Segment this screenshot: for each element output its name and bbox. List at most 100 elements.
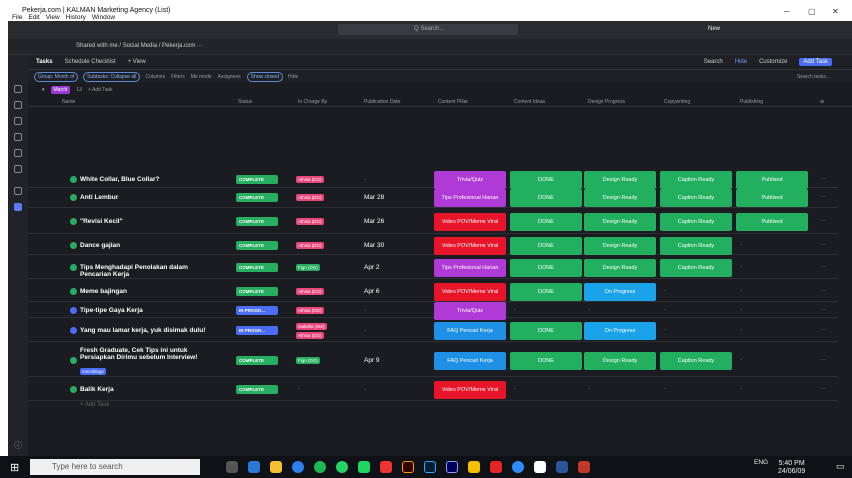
assignee-badge[interactable]: Isabella (SM) [296, 323, 327, 330]
status-dot-icon[interactable] [70, 264, 77, 271]
content-idea-badge[interactable]: DONE [510, 322, 582, 340]
publication-date[interactable]: - [364, 307, 366, 314]
assignee-badge[interactable]: Athisa (DG) [296, 194, 324, 201]
design-progress-empty[interactable]: - [588, 386, 590, 392]
content-pillar-badge[interactable]: Video POV/Meme Viral [434, 236, 506, 255]
filters-button[interactable]: Filters [171, 74, 185, 80]
more-icon[interactable]: ··· [820, 242, 826, 248]
assignee-empty[interactable]: - [298, 386, 300, 392]
hide-filter-button[interactable]: Hide [288, 74, 298, 80]
global-search[interactable]: Q Search... [338, 24, 518, 35]
minimize-icon[interactable]: ─ [784, 7, 790, 16]
content-pillar-badge[interactable]: Video POV/Meme Viral [434, 282, 506, 301]
task-name[interactable]: Balik Kerja [80, 386, 220, 393]
col-in-charge[interactable]: In Charge By [298, 99, 327, 105]
status-dot-icon[interactable] [70, 307, 77, 314]
copywriting-empty[interactable]: - [664, 386, 666, 392]
publishing-badge[interactable]: Publised [736, 170, 808, 189]
table-row[interactable]: Dance gajian COMPLETE Athisa (DG) Mar 30 Vid… [28, 236, 838, 255]
menu-edit[interactable]: Edit [28, 14, 39, 21]
tab-add-view[interactable]: + View [128, 59, 146, 65]
customize-button[interactable]: Customize [759, 59, 787, 65]
chrome-icon[interactable] [292, 461, 304, 473]
content-idea-badge[interactable]: DONE [510, 213, 582, 231]
design-progress-badge[interactable]: Design Ready [584, 236, 656, 255]
assignee-badge[interactable]: Figo (DG) [296, 356, 320, 364]
menu-view[interactable]: View [46, 14, 60, 21]
taskbar-search[interactable]: Type here to search [30, 459, 200, 475]
more-icon[interactable]: ··· [820, 264, 826, 270]
design-progress-badge[interactable]: On Progress [584, 322, 656, 340]
content-pillar-badge[interactable]: Video POV/Meme Viral [434, 213, 506, 231]
publication-date[interactable]: Apr 9 [364, 357, 380, 364]
task-name[interactable]: Dance gajian [80, 242, 220, 249]
copywriting-badge[interactable]: Caption Ready [660, 213, 732, 231]
spaces-icon[interactable] [14, 203, 22, 211]
task-view-icon[interactable] [226, 461, 238, 473]
copywriting-badge[interactable]: Caption Ready [660, 170, 732, 189]
content-idea-badge[interactable]: DONE [510, 189, 582, 207]
favorites-icon[interactable] [14, 187, 22, 195]
tab-tasks[interactable]: Tasks [36, 59, 53, 65]
content-idea-badge[interactable]: DONE [510, 282, 582, 301]
publishing-empty[interactable]: - [740, 307, 742, 313]
col-name[interactable]: Name [62, 99, 75, 105]
clock-icon[interactable] [14, 149, 22, 157]
status-dot-icon[interactable] [70, 194, 77, 201]
publishing-empty[interactable]: - [740, 386, 742, 392]
design-progress-empty[interactable]: - [588, 307, 590, 313]
design-progress-badge[interactable]: On Progress [584, 282, 656, 301]
publication-date[interactable]: Mar 26 [364, 218, 384, 225]
copywriting-badge[interactable]: Caption Ready [660, 189, 732, 207]
assignee-badge[interactable]: Athisa (DG) [296, 241, 324, 249]
status-badge[interactable]: COMPLETE [236, 286, 278, 296]
col-publication-date[interactable]: Publication Date [364, 99, 400, 105]
status-dot-icon[interactable] [70, 218, 77, 225]
weather-icon[interactable] [248, 461, 260, 473]
assignee-badge[interactable]: Athisa (DG) [296, 332, 324, 339]
menu-window[interactable]: Window [92, 14, 115, 21]
assignee-badge[interactable]: Athisa (DG) [296, 307, 324, 314]
start-icon[interactable]: ⊞ [10, 461, 19, 474]
table-row[interactable]: "Revisi Kecil" COMPLETE Athisa (DG) Mar 26 V… [28, 210, 838, 234]
status-dot-icon[interactable] [70, 327, 77, 334]
docs-icon[interactable] [14, 117, 22, 125]
table-row[interactable]: Yang mau lamar kerja, yuk disimak dulu! I… [28, 320, 838, 342]
task-name[interactable]: Yang mau lamar kerja, yuk disimak dulu! [80, 327, 220, 334]
col-content-ideas[interactable]: Content Ideas [514, 99, 545, 105]
col-publishing[interactable]: Publishing [740, 99, 763, 105]
design-progress-badge[interactable]: Design Ready [584, 170, 656, 189]
group-add-task[interactable]: + Add Task [88, 87, 113, 93]
publication-date[interactable]: - [364, 327, 366, 334]
content-idea-badge[interactable]: DONE [510, 351, 582, 370]
task-name[interactable]: Anti Lembur [80, 194, 220, 201]
design-progress-badge[interactable]: Design Ready [584, 213, 656, 231]
dashboard-icon[interactable] [14, 133, 22, 141]
status-badge[interactable]: COMPLETE [236, 355, 278, 365]
more-icon[interactable]: ··· [820, 176, 826, 182]
assignee-badge[interactable]: Athisa (DG) [296, 218, 324, 225]
col-copywriting[interactable]: Copywriting [664, 99, 690, 105]
group-by-chip[interactable]: Group: Month of [34, 71, 79, 82]
content-pillar-badge[interactable]: Trivia/Quiz [434, 302, 506, 320]
publication-date[interactable]: Apr 2 [364, 264, 380, 271]
content-pillar-badge[interactable]: Tips Profesional Harian [434, 259, 506, 277]
publishing-badge[interactable]: Publised [736, 213, 808, 231]
table-row[interactable]: Anti Lembur COMPLETE Athisa (DG) Mar 28 Tips… [28, 188, 838, 208]
assignee-badge[interactable]: Figo (DG) [296, 264, 320, 271]
illustrator-icon[interactable] [402, 461, 414, 473]
publishing-empty[interactable]: - [740, 357, 742, 363]
status-dot-icon[interactable] [70, 241, 77, 249]
assignee-badge[interactable]: Athisa (DG) [296, 175, 324, 183]
status-dot-icon[interactable] [70, 386, 77, 393]
content-idea-badge[interactable]: DONE [510, 259, 582, 277]
assignees-button[interactable]: Assignees [218, 74, 241, 80]
table-row[interactable]: Balik Kerja COMPLETE - - Video POV/Meme Vira… [28, 379, 838, 401]
add-task-link[interactable]: + Add Task [80, 402, 109, 408]
content-idea-empty[interactable]: - [514, 307, 516, 313]
zoom-icon[interactable] [512, 461, 524, 473]
status-dot-icon[interactable] [70, 175, 77, 183]
app2-icon[interactable] [578, 461, 590, 473]
status-dot-icon[interactable] [70, 356, 77, 364]
sticky-notes-icon[interactable] [468, 461, 480, 473]
